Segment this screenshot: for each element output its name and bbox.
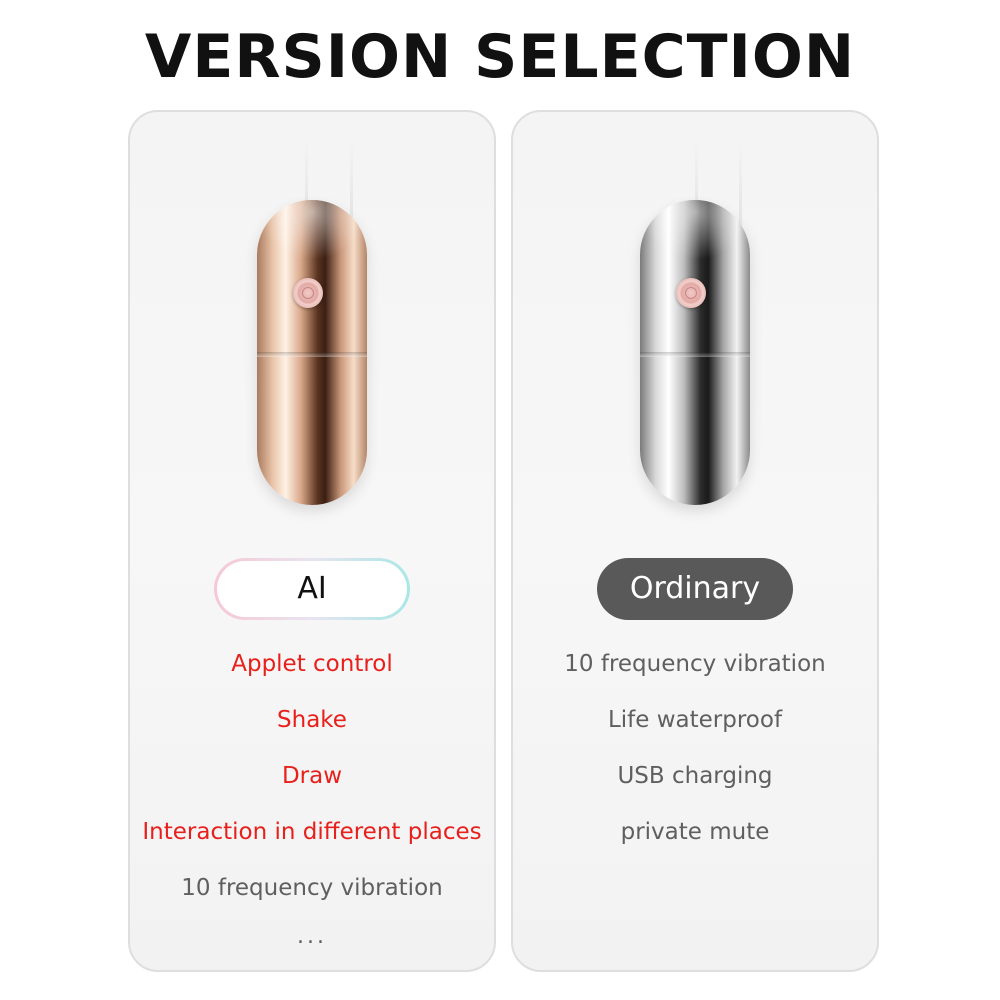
product-seam (640, 352, 750, 357)
product-shine (640, 200, 750, 260)
page-title: VERSION SELECTION (144, 22, 856, 92)
feature-item: 10 frequency vibration (564, 651, 826, 677)
feature-item: 10 frequency vibration (181, 875, 443, 901)
version-selection-page: VERSION SELECTION AI Applet control Shak… (0, 0, 1000, 1000)
feature-item: Interaction in different places (142, 819, 482, 845)
product-seam (257, 352, 367, 357)
feature-item: Life waterproof (607, 707, 783, 733)
feature-list-ai: Applet control Shake Draw Interaction in… (130, 642, 494, 970)
feature-item: Shake (277, 707, 347, 733)
version-card-ordinary[interactable]: Ordinary 10 frequency vibration Life wat… (511, 110, 879, 972)
product-image-rose-gold (257, 200, 367, 505)
power-button-icon (293, 278, 323, 308)
power-button-icon (676, 278, 706, 308)
version-label-ordinary[interactable]: Ordinary (597, 558, 793, 620)
feature-item: private mute (620, 819, 770, 845)
more-features-ellipsis: ... (297, 924, 327, 949)
feature-list-ordinary: 10 frequency vibration Life waterproof U… (513, 642, 877, 866)
feature-item: Applet control (231, 651, 393, 677)
version-card-ai[interactable]: AI Applet control Shake Draw Interaction… (128, 110, 496, 972)
feature-item: Draw (281, 763, 343, 789)
version-label-ai[interactable]: AI (214, 558, 410, 620)
feature-item: USB charging (617, 763, 773, 789)
product-image-silver (640, 200, 750, 505)
